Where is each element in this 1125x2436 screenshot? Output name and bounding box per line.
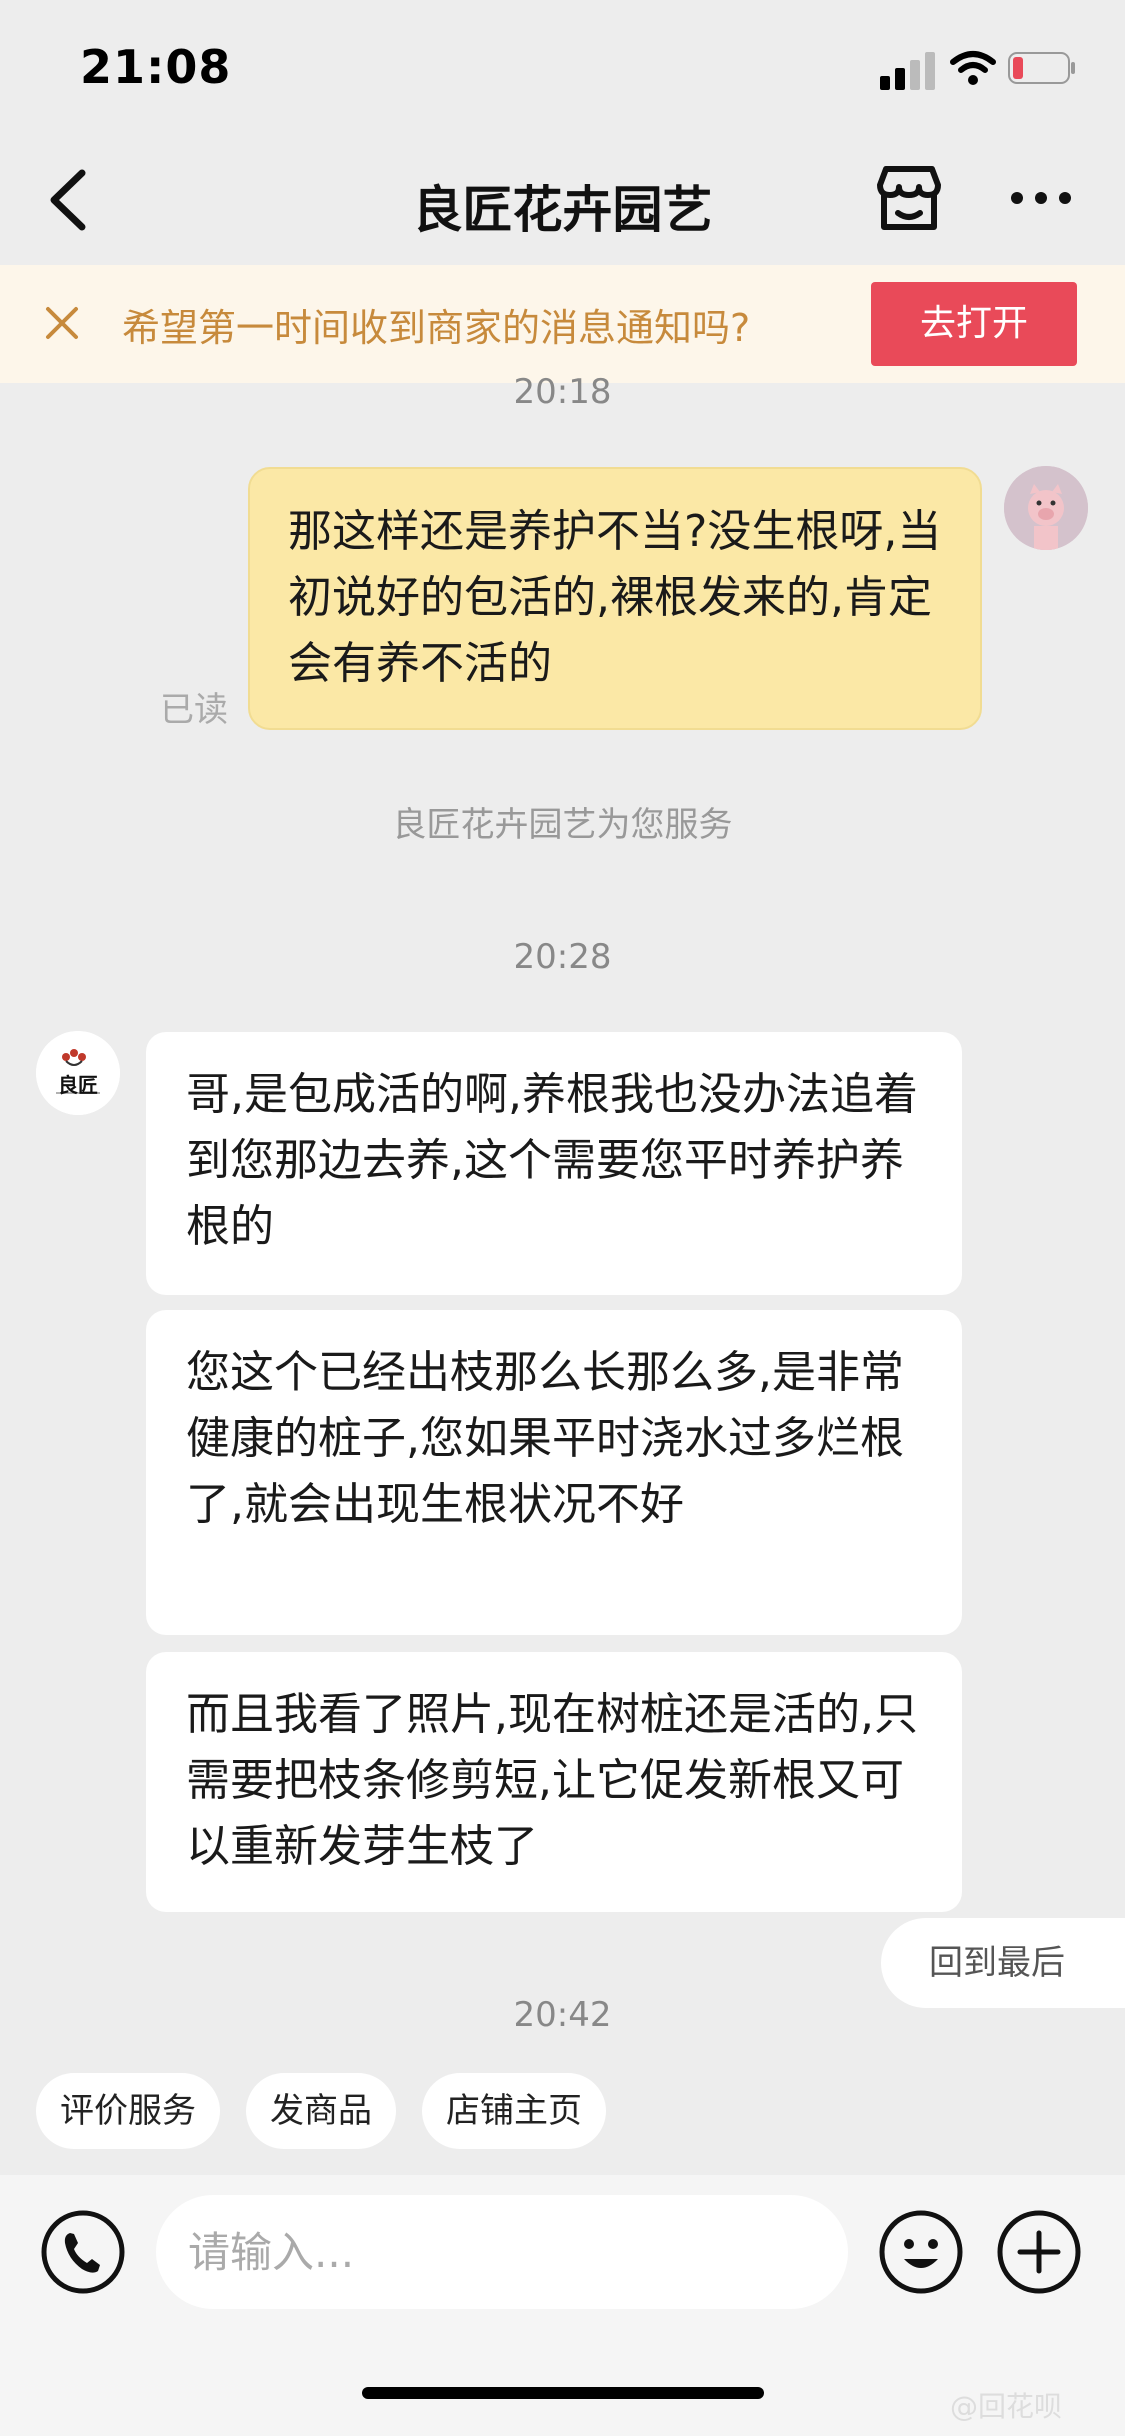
shop-homepage-button[interactable]: 店铺主页 — [422, 2073, 606, 2149]
voice-icon[interactable] — [40, 2209, 126, 2295]
send-product-button[interactable]: 发商品 — [246, 2073, 396, 2149]
home-indicator — [362, 2387, 764, 2399]
service-note: 良匠花卉园艺为您服务 — [392, 805, 733, 845]
message-bubble-incoming[interactable]: 哥,是包成活的啊,养根我也没办法追着到您那边去养,这个需要您平时养护养根的 — [146, 1032, 962, 1295]
timestamp: 20:42 — [513, 1995, 612, 2035]
plus-icon[interactable] — [996, 2209, 1082, 2295]
nav-bar: 良匠花卉园艺 — [0, 135, 1125, 265]
open-notification-button[interactable]: 去打开 — [871, 282, 1077, 366]
watermark: @回花呗 — [950, 2390, 1063, 2423]
rate-service-button[interactable]: 评价服务 — [36, 2073, 220, 2149]
signal-icon — [880, 50, 936, 90]
read-status: 已读 — [160, 690, 228, 730]
notification-text: 希望第一时间收到商家的消息通知吗? — [122, 306, 751, 350]
notification-banner: 希望第一时间收到商家的消息通知吗? 去打开 — [0, 265, 1125, 383]
user-avatar — [1004, 466, 1088, 550]
page-title: 良匠花卉园艺 — [412, 181, 713, 239]
timestamp: 20:28 — [513, 937, 612, 977]
message-bubble-incoming[interactable]: 您这个已经出枝那么长那么多,是非常健康的桩子,您如果平时浇水过多烂根了,就会出现… — [146, 1310, 962, 1635]
wifi-icon — [950, 51, 996, 85]
close-icon[interactable] — [42, 303, 82, 343]
message-input[interactable] — [156, 2195, 848, 2309]
quick-actions: 评价服务 发商品 店铺主页 — [36, 2073, 606, 2149]
shop-avatar-text: 良匠 — [58, 1073, 98, 1097]
status-bar: 21:08 — [0, 0, 1125, 135]
timestamp: 20:18 — [513, 372, 612, 408]
more-icon[interactable] — [1008, 187, 1074, 209]
message-bubble-outgoing[interactable]: 那这样还是养护不当?没生根呀,当初说好的包活的,裸根发来的,肯定会有养不活的 — [248, 467, 982, 730]
emoji-icon[interactable] — [878, 2209, 964, 2295]
status-time: 21:08 — [80, 40, 232, 94]
message-bubble-incoming[interactable]: 而且我看了照片,现在树桩还是活的,只需要把枝条修剪短,让它促发新根又可以重新发芽… — [146, 1652, 962, 1912]
shop-avatar: 良匠 — [36, 1031, 120, 1115]
shop-icon[interactable] — [872, 163, 946, 233]
battery-icon — [1008, 52, 1075, 84]
input-bar: @回花呗 — [0, 2175, 1125, 2436]
